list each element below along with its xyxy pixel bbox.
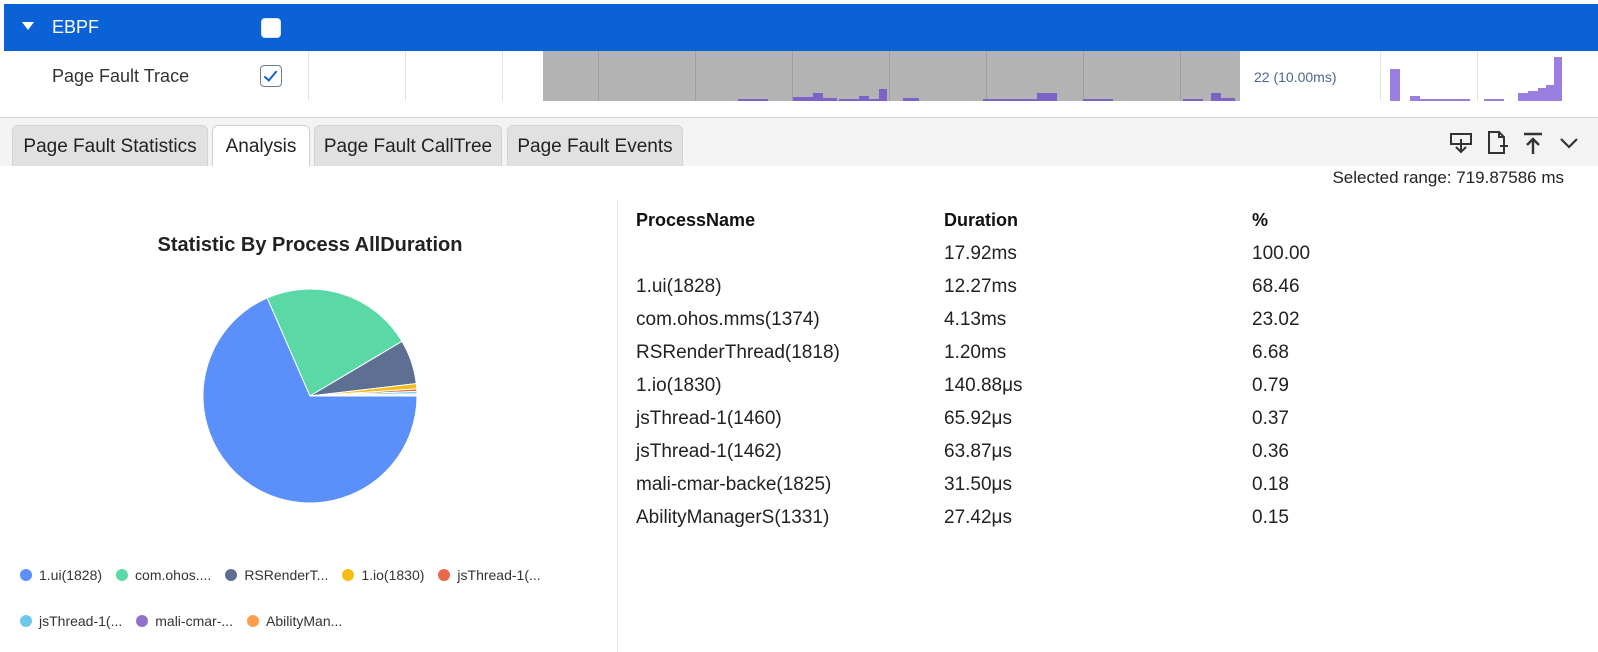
selected-range-label: Selected range: 719.87586 ms (1332, 168, 1564, 187)
chevron-down-icon[interactable] (1556, 130, 1582, 156)
collapse-triangle-icon[interactable] (22, 22, 34, 30)
download-icon[interactable] (1448, 130, 1474, 156)
percent-cell: 100.00 (1252, 243, 1311, 264)
legend-row: jsThread-1(... mali-cmar-... AbilityMan... (20, 598, 610, 644)
process-name-cell: jsThread-1(1460) (636, 408, 782, 429)
export-file-icon[interactable] (1484, 130, 1510, 156)
duration-cell: 4.13ms (944, 309, 1007, 330)
tab-page-fault-statistics[interactable]: Page Fault Statistics (12, 125, 208, 167)
duration-cell: 17.92ms (944, 243, 1017, 264)
legend-label: mali-cmar-... (155, 613, 234, 629)
table-row[interactable]: com.ohos.mms(1374) 4.13ms 23.02 (634, 309, 1574, 342)
legend-label: RSRenderT... (244, 567, 329, 583)
tabs-bar: Page Fault Statistics Analysis Page Faul… (0, 118, 1598, 167)
table-row[interactable]: 1.io(1830) 140.88μs 0.79 (634, 375, 1574, 408)
percent-cell: 0.15 (1252, 507, 1289, 528)
pie-chart[interactable] (190, 276, 430, 516)
process-name-cell: RSRenderThread(1818) (636, 342, 840, 363)
legend-item[interactable]: AbilityMan... (247, 613, 342, 629)
percent-cell: 23.02 (1252, 309, 1300, 330)
legend-label: jsThread-1(... (39, 613, 123, 629)
process-name-cell: 1.ui(1828) (636, 276, 722, 297)
duration-cell: 31.50μs (944, 474, 1012, 495)
legend-item[interactable]: com.ohos.... (116, 567, 211, 583)
table-row[interactable]: 1.ui(1828) 12.27ms 68.46 (634, 276, 1574, 309)
legend-dot-icon (225, 569, 238, 581)
legend-dot-icon (438, 569, 451, 581)
percent-cell: 0.18 (1252, 474, 1289, 495)
trace-row[interactable]: Page Fault Trace 22 (10.00ms) (4, 51, 1598, 101)
group-label: EBPF (52, 17, 100, 37)
column-header-percent[interactable]: % (1252, 210, 1268, 231)
process-name-cell: jsThread-1(1462) (636, 441, 782, 462)
legend-dot-icon (20, 615, 32, 627)
legend-item[interactable]: jsThread-1(... (438, 567, 541, 583)
tab-toolbar (1448, 130, 1598, 160)
duration-cell: 12.27ms (944, 276, 1017, 297)
duration-cell: 140.88μs (944, 375, 1023, 396)
legend-item[interactable]: RSRenderT... (225, 567, 328, 583)
table-row[interactable]: jsThread-1(1460) 65.92μs 0.37 (634, 408, 1574, 441)
process-name-cell: AbilityManagerS(1331) (636, 507, 830, 528)
legend-dot-icon (116, 569, 129, 581)
table-row[interactable]: AbilityManagerS(1331) 27.42μs 0.15 (634, 507, 1574, 540)
chart-title: Statistic By Process AllDuration (157, 234, 463, 256)
duration-cell: 1.20ms (944, 342, 1007, 363)
legend-item[interactable]: 1.ui(1828) (20, 567, 102, 583)
legend-row: 1.ui(1828) com.ohos.... RSRenderT... 1.io(1… (20, 552, 610, 598)
analysis-panel: Selected range: 719.87586 ms Statistic B… (0, 166, 1598, 652)
process-name-cell: com.ohos.mms(1374) (636, 309, 820, 330)
trace-tooltip: 22 (10.00ms) (1244, 51, 1354, 101)
check-icon (263, 67, 278, 82)
process-name-cell: 1.io(1830) (636, 375, 722, 396)
legend-dot-icon (247, 615, 260, 627)
tab-page-fault-calltree[interactable]: Page Fault CallTree (314, 125, 502, 167)
percent-cell: 6.68 (1252, 342, 1289, 363)
legend-item[interactable]: jsThread-1(... (20, 613, 122, 629)
duration-cell: 63.87μs (944, 441, 1012, 462)
ebpf-group-row[interactable]: EBPF (4, 4, 1598, 51)
trace-row-label: Page Fault Trace (52, 66, 190, 86)
percent-cell: 68.46 (1252, 276, 1300, 297)
column-header-process-name[interactable]: ProcessName (636, 210, 755, 231)
chart-legend: 1.ui(1828) com.ohos.... RSRenderT... 1.io(1… (20, 552, 610, 644)
legend-label: jsThread-1(... (457, 567, 541, 583)
duration-cell: 27.42μs (944, 507, 1012, 528)
trace-timeline[interactable]: 22 (10.00ms) (308, 51, 1598, 101)
legend-label: com.ohos.... (135, 567, 212, 583)
column-header-duration[interactable]: Duration (944, 210, 1018, 231)
tab-page-fault-events[interactable]: Page Fault Events (507, 125, 683, 167)
legend-dot-icon (342, 569, 355, 581)
legend-label: AbilityMan... (266, 613, 343, 629)
legend-item[interactable]: mali-cmar-... (136, 613, 233, 629)
percent-cell: 0.79 (1252, 375, 1289, 396)
duration-cell: 65.92μs (944, 408, 1012, 429)
percent-cell: 0.37 (1252, 408, 1289, 429)
table-row[interactable]: mali-cmar-backe(1825) 31.50μs 0.18 (634, 474, 1574, 507)
selected-range-region[interactable] (543, 51, 1240, 101)
tab-analysis[interactable]: Analysis (212, 125, 310, 167)
upload-top-icon[interactable] (1520, 130, 1546, 156)
table-row[interactable]: jsThread-1(1462) 63.87μs 0.36 (634, 441, 1574, 474)
legend-label: 1.io(1830) (361, 567, 425, 583)
panel-divider (617, 200, 618, 652)
legend-item[interactable]: 1.io(1830) (342, 567, 424, 583)
percent-cell: 0.36 (1252, 441, 1289, 462)
group-checkbox[interactable] (261, 18, 281, 38)
table-row[interactable]: 17.92ms 100.00 (634, 243, 1574, 276)
process-name-cell: mali-cmar-backe(1825) (636, 474, 832, 495)
legend-label: 1.ui(1828) (39, 567, 103, 583)
trace-row-checkbox[interactable] (260, 65, 282, 87)
legend-dot-icon (136, 615, 149, 627)
legend-dot-icon (20, 569, 32, 581)
table-row[interactable]: RSRenderThread(1818) 1.20ms 6.68 (634, 342, 1574, 375)
